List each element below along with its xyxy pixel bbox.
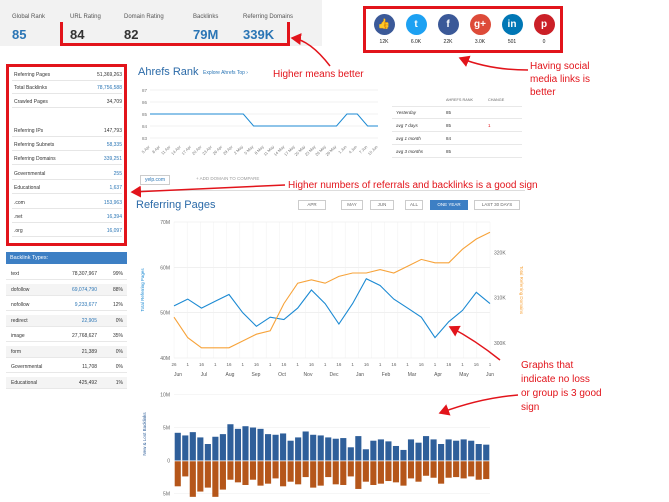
arrow-graphs-bottom bbox=[438, 394, 519, 416]
arrow-graphs-top bbox=[448, 325, 501, 361]
arrow-social bbox=[458, 55, 529, 71]
annotation-arrows bbox=[130, 33, 529, 416]
arrow-referrals bbox=[130, 184, 286, 198]
arrow-higher-better bbox=[290, 33, 331, 67]
